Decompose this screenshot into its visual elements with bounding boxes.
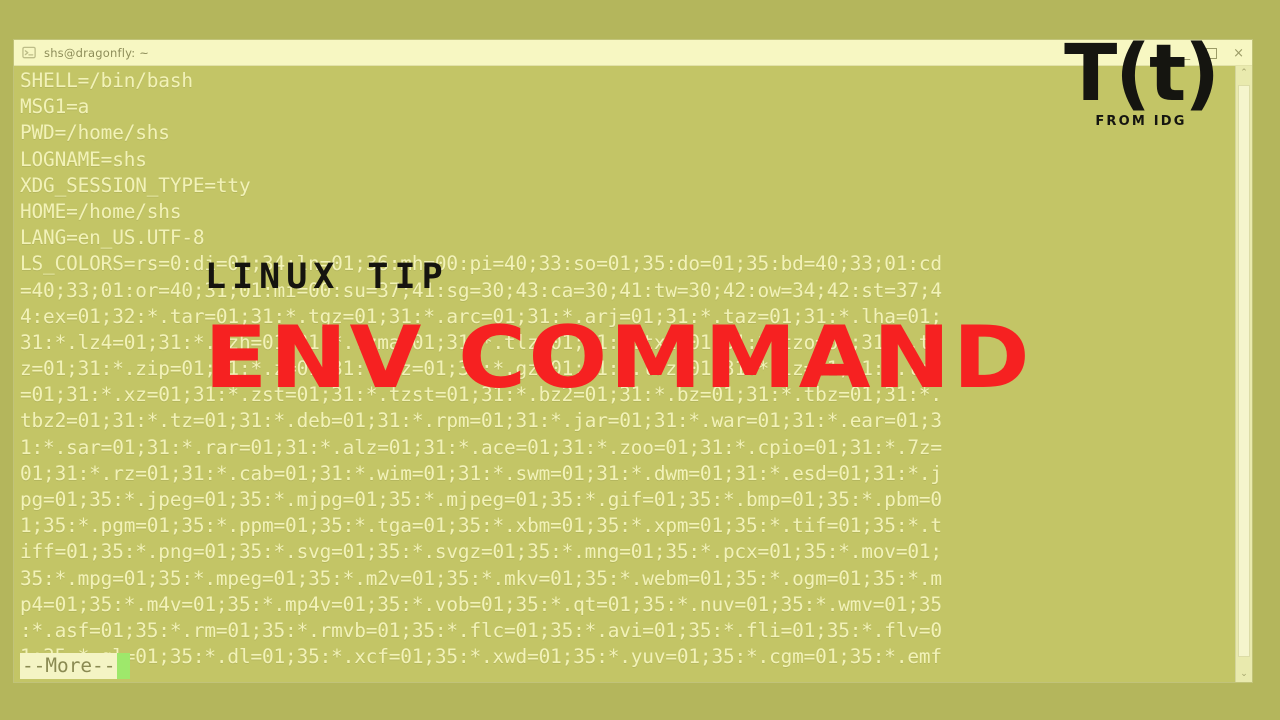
terminal-line: LS_COLORS=rs=0:di=01;34:ln=01;36:mh=00:p… [20, 252, 942, 276]
terminal-icon [22, 46, 36, 59]
terminal-body[interactable]: SHELL=/bin/bash MSG1=a PWD=/home/shs LOGNAM… [14, 66, 1252, 682]
terminal-line: pg=01;35:*.jpeg=01;35:*.mjpg=01;35:*.mjp… [20, 488, 942, 511]
terminal-line: =40;33;01:or=40;31;01:mi=00:su=37;41:sg=… [20, 278, 942, 302]
terminal-line: HOME=/home/shs [20, 199, 182, 223]
terminal-line: 31:*.lz4=01;31:*.lzh=01;31:*.lzma=01;31:… [20, 330, 942, 354]
terminal-cursor [117, 653, 131, 679]
terminal-line: 1;35:*.pgm=01;35:*.ppm=01;35:*.tga=01;35… [20, 514, 942, 538]
terminal-line: 1;35:*.gl=01;35:*.dl=01;35:*.xcf=01;35:*… [20, 645, 942, 669]
terminal-line: :*.asf=01;35:*.rm=01;35:*.rmvb=01;35:*.f… [20, 618, 942, 642]
terminal-line: XDG_SESSION_TYPE=tty [20, 173, 251, 197]
scrollbar-track[interactable] [1236, 81, 1252, 667]
screenshot-stage: shs@dragonfly: ~ _ × SHELL=/bin/bash MSG1… [0, 0, 1280, 720]
terminal-line: SHELL=/bin/bash [20, 69, 193, 92]
vertical-scrollbar[interactable]: ⌃ ⌄ [1235, 66, 1252, 682]
terminal-line: MSG1=a [20, 95, 90, 119]
terminal-line: iff=01;35:*.png=01;35:*.svg=01;35:*.svgz… [20, 540, 942, 564]
logo-mark-text: T(t) [1064, 29, 1220, 119]
terminal-line: =01;31:*.xz=01;31:*.zst=01;31:*.tzst=01;… [20, 383, 942, 407]
terminal-line: z=01;31:*.zip=01;31:*.z=01;31:*.dz=01;31… [20, 357, 942, 381]
terminal-line: 4:ex=01;32:*.tar=01;31:*.tgz=01;31:*.arc… [20, 304, 942, 328]
more-prompt-label: --More-- [20, 653, 118, 679]
terminal-line: 01;31:*.rz=01;31:*.cab=01;31:*.wim=01;31… [20, 461, 942, 485]
brand-logo: T(t) FROM IDG [1046, 29, 1236, 129]
terminal-line: PWD=/home/shs [20, 121, 170, 145]
terminal-line: tbz2=01;31:*.tz=01;31:*.deb=01;31:*.rpm=… [20, 409, 942, 433]
terminal-line: LOGNAME=shs [20, 147, 147, 171]
terminal-line: LANG=en_US.UTF-8 [20, 226, 205, 250]
terminal-line: 1:*.sar=01;31:*.rar=01;31:*.alz=01;31:*.… [20, 435, 942, 459]
scrollbar-thumb[interactable] [1238, 85, 1250, 657]
terminal-line: p4=01;35:*.m4v=01;35:*.mp4v=01;35:*.vob=… [20, 592, 942, 616]
more-prompt[interactable]: --More-- [20, 653, 131, 679]
terminal-window: shs@dragonfly: ~ _ × SHELL=/bin/bash MSG1… [14, 40, 1252, 682]
scroll-up-arrow-icon[interactable]: ⌃ [1236, 66, 1252, 81]
window-title-text: shs@dragonfly: ~ [44, 45, 150, 60]
terminal-output: SHELL=/bin/bash MSG1=a PWD=/home/shs LOGNAM… [20, 68, 1222, 670]
scroll-down-arrow-icon[interactable]: ⌄ [1236, 667, 1252, 682]
terminal-line: 35:*.mpg=01;35:*.mpeg=01;35:*.m2v=01;35:… [20, 566, 942, 590]
